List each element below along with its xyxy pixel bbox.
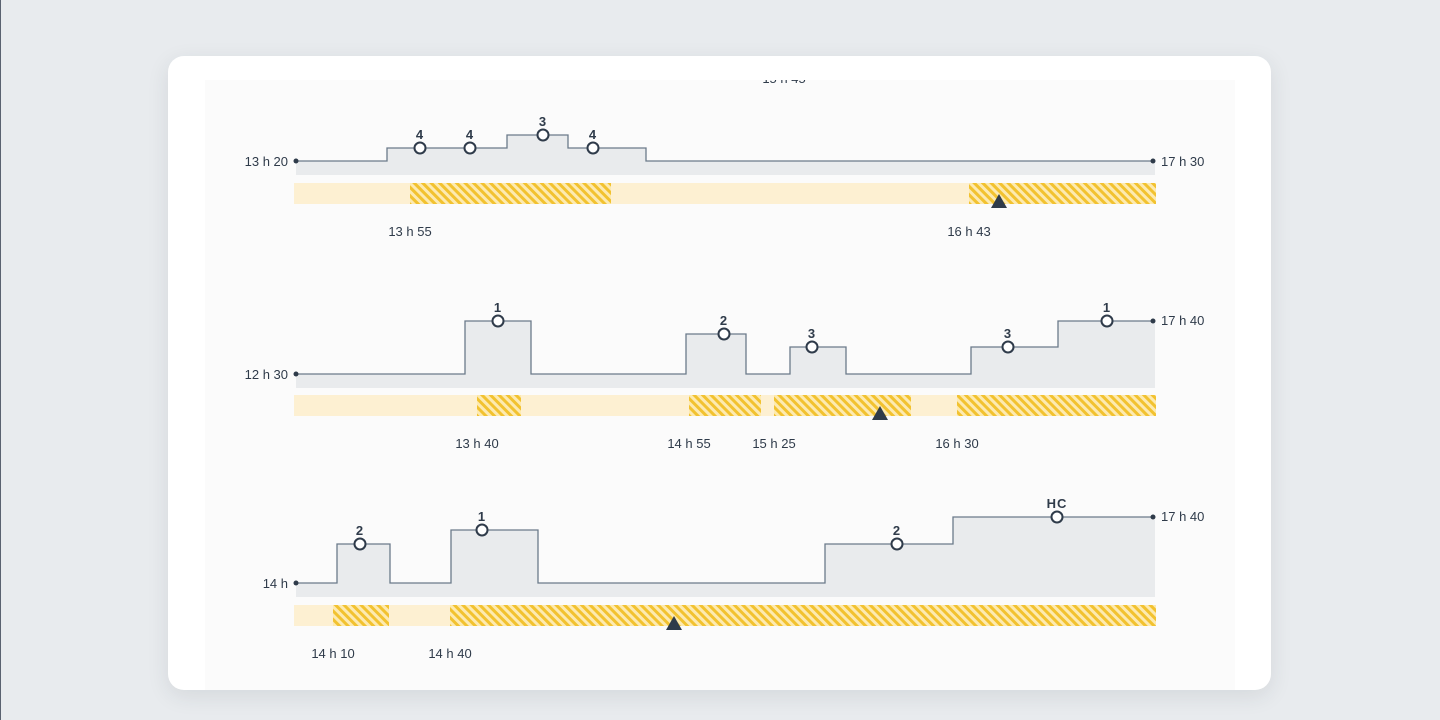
hatched-segment: [774, 395, 911, 416]
step-marker: [475, 523, 489, 537]
time-label: 14 h 40: [428, 646, 471, 661]
step-label: 3: [808, 326, 816, 341]
hatched-segment: [477, 395, 521, 416]
timeline-3: 14 h 17 h 40 2 1 2 HC 14 h 10 14 h 40: [263, 496, 1205, 661]
timeline-2-end-label: 17 h 40: [1161, 313, 1204, 328]
step-label: 4: [466, 127, 474, 142]
step-label: 1: [494, 300, 502, 315]
timeline-1-start-dot: [293, 158, 299, 164]
step-marker: [890, 537, 904, 551]
timeline-3-area: [296, 517, 1155, 597]
time-label: 16 h 30: [935, 436, 978, 451]
step-marker: [1050, 510, 1064, 524]
step-marker: [586, 141, 600, 155]
step-label: 2: [893, 523, 901, 538]
step-label: 2: [720, 313, 728, 328]
step-marker: [536, 128, 550, 142]
hatched-segment: [450, 605, 1156, 626]
step-marker: [463, 141, 477, 155]
hatched-segment: [410, 183, 611, 204]
step-label: 2: [356, 523, 364, 538]
hatched-segment: [957, 395, 1156, 416]
step-label: 3: [539, 114, 547, 129]
timeline-2-start-dot: [293, 371, 299, 377]
timeline-1: 13 h 20 17 h 30 4 4 3 4 13 h 55 16 h 43: [245, 114, 1205, 239]
step-marker: [805, 340, 819, 354]
timeline-3-end-dot: [1150, 514, 1156, 520]
timeline-1-end-dot: [1150, 158, 1156, 164]
step-marker: [1100, 314, 1114, 328]
timeline-3-start-label: 14 h: [263, 576, 288, 591]
timeline-1-end-label: 17 h 30: [1161, 154, 1204, 169]
time-label: 14 h 55: [667, 436, 710, 451]
step-marker: [1001, 340, 1015, 354]
step-label: 4: [416, 127, 424, 142]
step-label: 3: [1004, 326, 1012, 341]
timeline-2: 12 h 30 17 h 40 1 2 3 3 1 13 h 40 14 h 5…: [245, 300, 1205, 451]
timeline-2-start-label: 12 h 30: [245, 367, 288, 382]
timeline-diagram: 15 h 45 13 h 20 17 h 30 4 4 3 4 13 h 55 …: [245, 71, 1205, 661]
timeline-3-end-label: 17 h 40: [1161, 509, 1204, 524]
time-label: 13 h 55: [388, 224, 431, 239]
top-cut-label: 15 h 45: [762, 71, 805, 86]
time-label: 13 h 40: [455, 436, 498, 451]
step-label: 4: [589, 127, 597, 142]
step-marker: [413, 141, 427, 155]
time-label: 16 h 43: [947, 224, 990, 239]
step-label: 1: [478, 509, 486, 524]
timeline-1-area: [296, 135, 1155, 175]
time-label: 15 h 25: [752, 436, 795, 451]
step-marker: [491, 314, 505, 328]
step-marker: [353, 537, 367, 551]
step-marker: [717, 327, 731, 341]
time-label: 14 h 10: [311, 646, 354, 661]
hatched-segment: [689, 395, 761, 416]
step-label: HC: [1047, 496, 1068, 511]
timeline-1-start-label: 13 h 20: [245, 154, 288, 169]
timeline-3-start-dot: [293, 580, 299, 586]
step-label: 1: [1103, 300, 1111, 315]
timeline-2-end-dot: [1150, 318, 1156, 324]
hatched-segment: [333, 605, 389, 626]
